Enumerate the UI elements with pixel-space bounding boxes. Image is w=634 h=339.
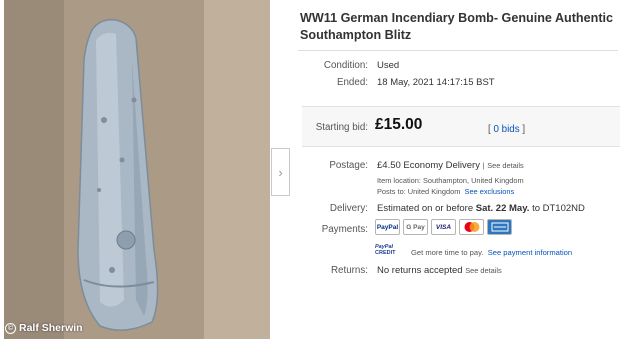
mastercard-icon [459, 219, 484, 235]
returns-label: Returns: [330, 265, 368, 276]
bomb-photo-image [4, 0, 270, 339]
delivery-prefix: Estimated on or before [377, 203, 474, 214]
delivery-value: Estimated on or before Sat. 22 May. to D… [377, 203, 585, 214]
next-image-button[interactable]: › [271, 148, 290, 196]
ended-value: 18 May, 2021 14:17:15 BST [377, 77, 495, 88]
photo-credit-name: Ralf Sherwin [19, 322, 83, 334]
ended-label: Ended: [336, 77, 368, 88]
listing-title: WW11 German Incendiary Bomb- Genuine Aut… [300, 11, 614, 42]
chevron-right-icon: › [278, 164, 283, 180]
see-exclusions-link[interactable]: See exclusions [465, 187, 515, 196]
see-payment-information-link[interactable]: See payment information [488, 248, 572, 257]
condition-value: Used [377, 60, 400, 71]
copyright-icon: © [5, 322, 16, 334]
item-location: Item location: Southampton, United Kingd… [377, 176, 524, 185]
postage-see-details-link[interactable]: See details [487, 161, 524, 170]
amex-icon [487, 219, 512, 235]
bid-count: [ 0 bids ] [488, 124, 525, 135]
title-divider [298, 50, 618, 51]
photo-panel: › © Ralf Sherwin [0, 0, 292, 339]
postage-value: £4.50 Economy Delivery | See details [377, 160, 524, 171]
payment-logos: PayPal G Pay VISA [375, 219, 512, 235]
postage-price: £4.50 [377, 160, 401, 171]
postage-label: Postage: [329, 160, 368, 171]
returns-row: No returns accepted See details [377, 265, 502, 276]
google-pay-icon: G Pay [403, 219, 428, 235]
item-photo[interactable] [4, 0, 270, 339]
amex-mark [491, 222, 508, 232]
delivery-date: Sat. 22 May. [475, 203, 530, 214]
returns-see-details-link[interactable]: See details [465, 266, 502, 275]
bid-count-link[interactable]: 0 bids [493, 124, 519, 135]
paypal-credit-text: Get more time to pay. [411, 248, 484, 257]
paypal-icon: PayPal [375, 219, 400, 235]
paypal-credit-icon: PayPal CREDIT [375, 244, 406, 258]
posts-to: Posts to: United Kingdom [377, 187, 461, 196]
photo-credit: © Ralf Sherwin [5, 322, 83, 334]
delivery-label: Delivery: [329, 203, 368, 214]
starting-bid-price: £15.00 [375, 116, 423, 133]
postage-service: Economy Delivery [403, 160, 480, 171]
condition-label: Condition: [323, 60, 368, 71]
paypal-credit-line2: CREDIT [375, 250, 396, 256]
listing-details: WW11 German Incendiary Bomb- Genuine Aut… [298, 0, 634, 339]
bids-open-bracket: [ [488, 124, 491, 135]
returns-value: No returns accepted [377, 265, 463, 276]
paypal-credit-row: Get more time to pay. See payment inform… [411, 248, 572, 257]
bids-close-bracket: ] [522, 124, 526, 135]
postage-separator: | [482, 161, 485, 170]
posts-to-row: Posts to: United Kingdom See exclusions [377, 187, 514, 196]
mastercard-circles [464, 222, 479, 232]
payments-label: Payments: [321, 224, 368, 235]
visa-icon: VISA [431, 219, 456, 235]
delivery-suffix: to DT102ND [532, 203, 585, 214]
starting-bid-label: Starting bid: [315, 122, 368, 133]
